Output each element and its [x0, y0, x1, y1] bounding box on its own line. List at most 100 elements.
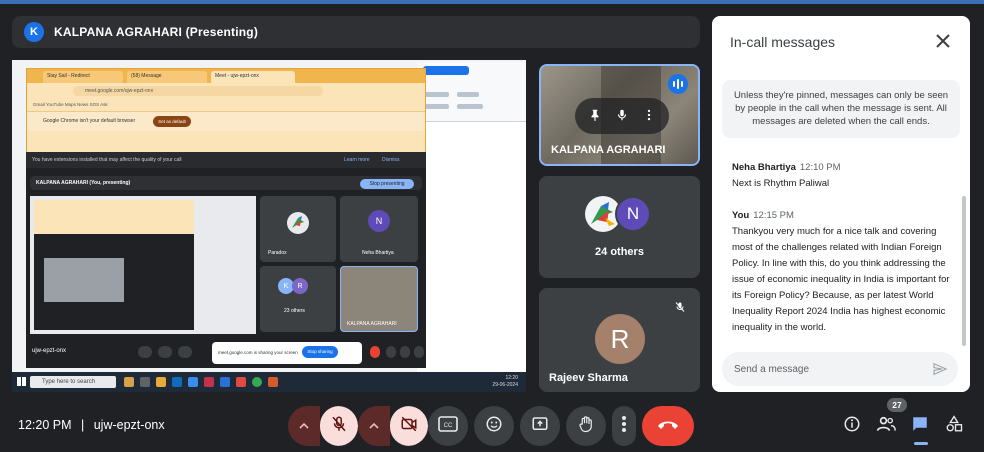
send-message-input[interactable] — [734, 361, 914, 377]
others-avatars: N — [585, 196, 665, 236]
leave-call-button[interactable] — [642, 406, 694, 446]
audio-settings-button[interactable] — [288, 406, 320, 446]
captions-icon: CC — [438, 415, 458, 437]
presenter-banner: K KALPANA AGRAHARI (Presenting) — [12, 16, 700, 48]
people-count-badge: 27 — [887, 398, 907, 412]
in-call-messages-panel: In-call messages Unless they're pinned, … — [712, 16, 970, 392]
message-sender: Neha Bhartiya — [732, 162, 796, 173]
mic-off-icon — [674, 300, 686, 318]
meeting-controls-bar: 12:20 PM | ujw-epzt-onx CC 27 — [0, 398, 984, 452]
emoji-icon — [485, 415, 503, 438]
mini-tile-others: K R 23 others — [260, 266, 336, 332]
camera-off-icon — [400, 415, 418, 438]
participant-tile-kalpana[interactable]: KALPANA AGRAHARI — [539, 64, 700, 166]
chat-icon — [911, 415, 929, 438]
raise-hand-button[interactable] — [566, 406, 606, 446]
mic-off-icon — [330, 415, 348, 438]
hand-icon — [577, 415, 595, 438]
mini-tile-neha: N Neha Bhartiya — [340, 196, 418, 262]
browser-toolbar: meet.google.com/ujw-epzt-onx — [27, 83, 425, 99]
message-time: 12:15 PM — [753, 210, 794, 221]
more-options-button[interactable] — [612, 406, 636, 446]
default-browser-message: Google Chrome isn't your default browser — [43, 118, 136, 124]
microphone-control — [288, 406, 358, 446]
participant-tile-others[interactable]: N 24 others — [539, 176, 700, 278]
taskbar-folder-icon — [156, 377, 166, 387]
browser-address-bar: meet.google.com/ujw-epzt-onx — [73, 86, 323, 96]
participant-name: KALPANA AGRAHARI — [551, 144, 666, 156]
others-count-label: 24 others — [595, 246, 644, 258]
taskbar-chrome-icon — [252, 377, 262, 387]
presenter-avatar: K — [24, 22, 44, 42]
browser-tab: Stay Sail - Redirect — [43, 71, 123, 83]
svg-text:CC: CC — [444, 423, 453, 429]
avatar-r: R — [595, 314, 645, 364]
people-icon — [876, 415, 896, 438]
mini-meeting-code: ujw-epzt-onx — [32, 348, 67, 354]
present-screen-icon — [531, 415, 549, 438]
participant-tile-rajeev[interactable]: R Rajeev Sharma — [539, 288, 700, 392]
taskbar-app-icon — [124, 377, 134, 387]
mini-stop-presenting-button: Stop presenting — [360, 179, 414, 189]
taskbar-app-icon — [236, 377, 246, 387]
speaking-indicator-icon — [668, 74, 688, 94]
document-ribbon: Upload files — [417, 62, 526, 122]
extensions-warning: You have extensions installed that may a… — [26, 152, 426, 168]
mini-tile-kalpana: KALPANA AGRAHARI — [340, 266, 418, 332]
message-time: 12:10 PM — [799, 162, 841, 173]
close-icon[interactable] — [936, 32, 950, 53]
send-icon[interactable] — [932, 361, 948, 382]
participant-name: Rajeev Sharma — [549, 372, 628, 384]
chat-notice: Unless they're pinned, messages can only… — [722, 80, 960, 138]
taskbar-search: Type here to search — [30, 376, 116, 388]
reactions-button[interactable] — [474, 406, 514, 446]
screen-share-toast: meet.google.com is sharing your screen — [212, 342, 362, 364]
info-icon — [843, 415, 861, 438]
mirrored-meet-window: You have extensions installed that may a… — [26, 152, 426, 368]
upload-files-button: Upload files — [423, 66, 469, 80]
chat-button[interactable] — [908, 414, 932, 438]
meeting-info: 12:20 PM | ujw-epzt-onx — [18, 418, 165, 432]
more-options-icon[interactable] — [638, 108, 660, 125]
message-text: Next is Rhythm Paliwal — [732, 178, 830, 189]
shared-screen: Upload files Stay Sail - Redirect (58) M… — [12, 60, 526, 392]
people-button[interactable] — [874, 414, 898, 438]
default-browser-infobar: Google Chrome isn't your default browser… — [27, 111, 425, 131]
taskbar-app-icon — [140, 377, 150, 387]
mini-recursive-screen — [30, 196, 256, 334]
meeting-details-button[interactable] — [840, 414, 864, 438]
parrot-avatar-icon — [287, 212, 309, 234]
chat-message: Neha Bhartiya 12:10 PM Next is Rhythm Pal… — [732, 160, 954, 192]
learn-more-link: Learn more — [344, 157, 370, 163]
set-default-button: Set as default — [153, 116, 191, 127]
taskbar-word-icon — [220, 377, 230, 387]
chat-message: You 12:15 PM Thankyou very much for a nic… — [732, 208, 954, 336]
mini-stop-sharing-button: Stop sharing — [302, 346, 338, 358]
video-settings-button[interactable] — [358, 406, 390, 446]
more-vert-icon — [621, 415, 627, 438]
present-now-button[interactable] — [520, 406, 560, 446]
message-sender: You — [732, 210, 750, 221]
windows-start-icon — [17, 377, 26, 386]
avatar-n: N — [615, 196, 651, 232]
taskbar-app-icon — [204, 377, 214, 387]
clock-time: 12:20 PM — [18, 418, 72, 432]
camera-control — [358, 406, 428, 446]
hang-up-icon — [656, 417, 680, 435]
dismiss-link: Dismiss — [382, 157, 400, 163]
mini-avatar-n: N — [368, 210, 390, 232]
camera-toggle-button[interactable] — [390, 406, 428, 446]
tile-hover-controls — [575, 98, 669, 134]
bookmarks-bar: Gmail YouTube Maps News SOS Ask — [27, 99, 425, 111]
chat-scrollbar[interactable] — [962, 196, 966, 346]
pin-icon[interactable] — [584, 108, 606, 125]
shapes-icon — [945, 414, 963, 438]
window-top-accent — [0, 0, 984, 4]
mic-toggle-button[interactable] — [320, 406, 358, 446]
mute-participant-icon[interactable] — [611, 108, 633, 125]
chat-input-container — [722, 352, 958, 386]
activities-button[interactable] — [942, 414, 966, 438]
presenter-label: KALPANA AGRAHARI (Presenting) — [54, 25, 259, 39]
chat-active-indicator — [914, 442, 928, 445]
captions-button[interactable]: CC — [428, 406, 468, 446]
